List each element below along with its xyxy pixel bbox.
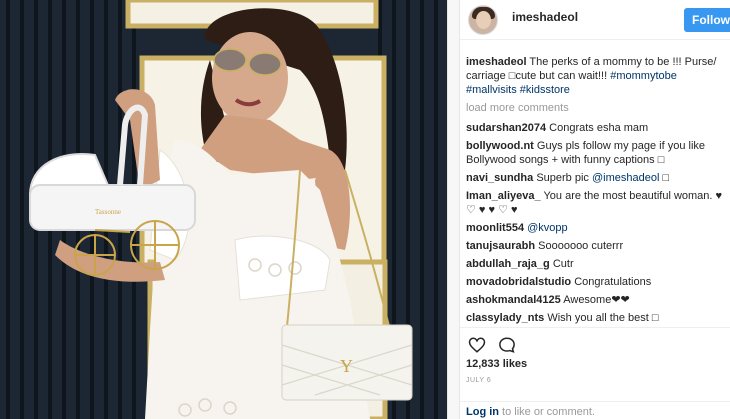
comment-username[interactable]: sudarshan2074: [466, 122, 546, 134]
comment: sudarshan2074 Congrats esha mam: [466, 121, 728, 135]
svg-text:Y: Y: [340, 356, 353, 376]
comment-icon[interactable]: [498, 336, 516, 354]
photo-divider: [447, 0, 460, 419]
comment-mention[interactable]: @kvopp: [527, 222, 568, 234]
comment: classylady_nts Wish you all the best □: [466, 311, 728, 325]
post-side-panel: imeshadeol Follow imeshadeol The perks o…: [460, 0, 730, 419]
comment-username[interactable]: classylady_nts: [466, 312, 544, 324]
comment: moonlit554 @kvopp: [466, 221, 728, 235]
post-username[interactable]: imeshadeol: [512, 10, 578, 24]
comment-text: Cutr: [552, 258, 574, 270]
comment: navi_sundha Superb pic @imeshadeol □: [466, 171, 728, 185]
load-more-comments-link[interactable]: load more comments: [466, 101, 728, 115]
post-actions-bar: 12,833 likes JULY 6 Log in to like or co…: [460, 327, 730, 419]
post-header: imeshadeol Follow: [460, 0, 730, 40]
login-link[interactable]: Log in: [466, 406, 499, 418]
caption-username[interactable]: imeshadeol: [466, 56, 527, 68]
comment-text: Sooooooo cuterrr: [538, 240, 624, 252]
comment-username[interactable]: movadobridalstudio: [466, 276, 571, 288]
login-prompt: Log in to like or comment.: [460, 401, 730, 419]
follow-button[interactable]: Follow: [684, 8, 730, 32]
avatar[interactable]: [468, 5, 498, 35]
comment-username[interactable]: ashokmandal4125: [466, 294, 561, 306]
comment-text: Awesome❤❤: [563, 294, 630, 306]
comment-username[interactable]: bollywood.nt: [466, 140, 534, 152]
comment: ashokmandal4125 Awesome❤❤: [466, 293, 728, 307]
comment-mention[interactable]: @imeshadeol: [592, 172, 659, 184]
comment-username[interactable]: Iman_aliyeva_: [466, 190, 541, 202]
comment: Iman_aliyeva_ You are the most beautiful…: [466, 189, 728, 217]
comment-username[interactable]: navi_sundha: [466, 172, 533, 184]
heart-icon[interactable]: [468, 336, 486, 354]
comment-username[interactable]: tanujsaurabh: [466, 240, 535, 252]
comment-username[interactable]: abdullah_raja_g: [466, 258, 550, 270]
post-photo[interactable]: Y Tassonne: [0, 0, 447, 419]
comment-text: Wish you all the best □: [547, 312, 659, 324]
comment-text: Congratulations: [574, 276, 652, 288]
photo-illustration: Y Tassonne: [0, 0, 447, 419]
svg-text:Tassonne: Tassonne: [95, 208, 121, 216]
comment-text: Superb pic: [536, 172, 592, 184]
comment: bollywood.nt Guys pls follow my page if …: [466, 139, 728, 167]
comment: tanujsaurabh Sooooooo cuterrr: [466, 239, 728, 253]
comment-username[interactable]: moonlit554: [466, 222, 524, 234]
comment: abdullah_raja_g Cutr: [466, 257, 728, 271]
comment-text: Congrats esha mam: [549, 122, 649, 134]
likes-count[interactable]: 12,833 likes: [466, 358, 527, 370]
avatar-face: [476, 11, 491, 29]
comments-list: imeshadeol The perks of a mommy to be !!…: [466, 55, 728, 327]
comment: movadobridalstudio Congratulations: [466, 275, 728, 289]
login-prompt-text: to like or comment.: [499, 406, 595, 418]
post-date: JULY 6: [466, 377, 492, 384]
post-caption: imeshadeol The perks of a mommy to be !!…: [466, 55, 728, 97]
comment-suffix: □: [659, 172, 670, 184]
